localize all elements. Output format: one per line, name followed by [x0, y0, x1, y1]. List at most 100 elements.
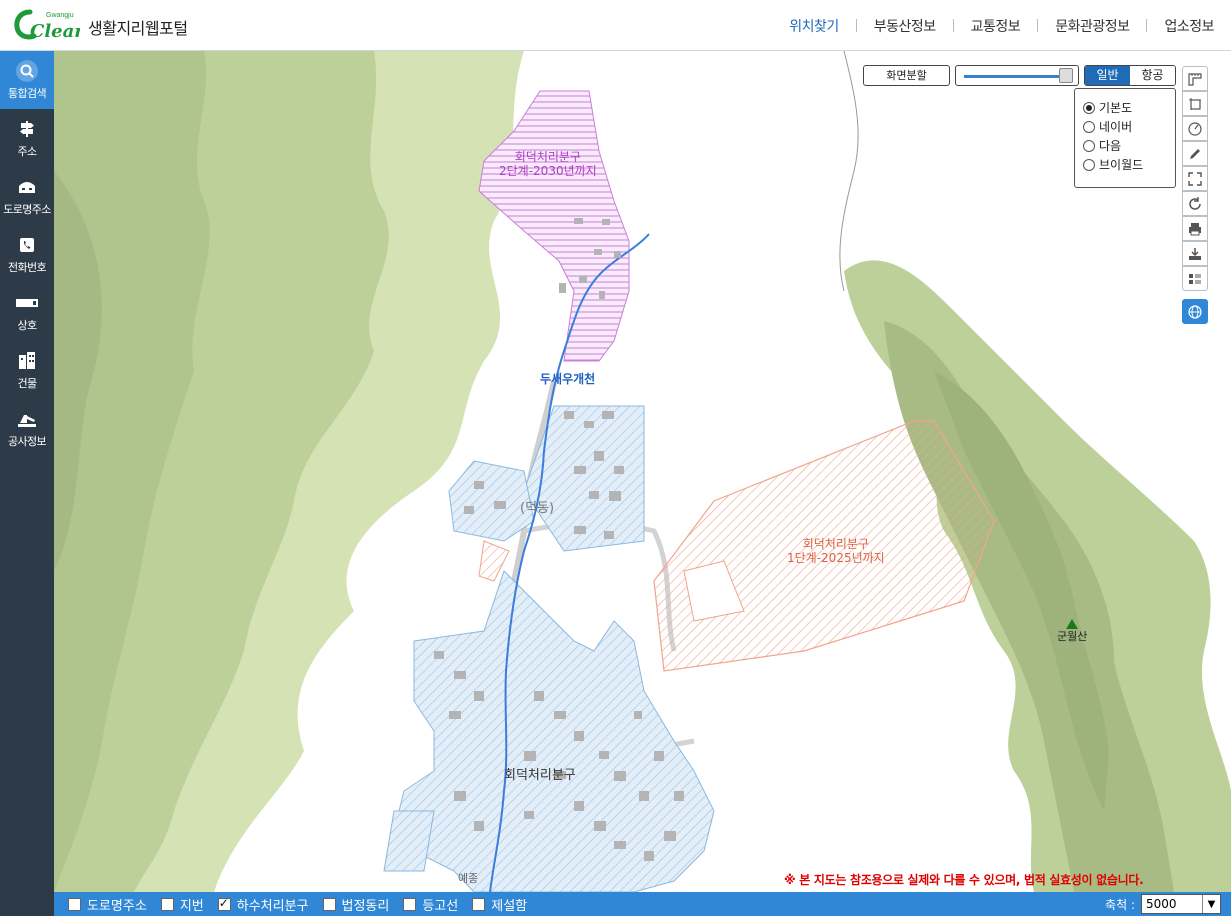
chevron-down-icon[interactable]: ▼: [1202, 895, 1220, 913]
nav-traffic[interactable]: 교통정보: [954, 16, 1038, 36]
sidebar-item-label: 통합검색: [7, 86, 47, 100]
boundary-line: [839, 51, 859, 292]
basemap-option-daum[interactable]: 다음: [1083, 136, 1167, 155]
checkbox[interactable]: [322, 897, 336, 911]
building-icon: [15, 350, 39, 372]
zone1-label-line1: 회덕처리분구: [802, 537, 869, 551]
fullscreen-icon[interactable]: [1182, 166, 1208, 191]
layer-bar: 도로명주소 지번 하수처리분구 법정동리 등고선 제설함 축척 : 5000 ▼: [54, 892, 1231, 916]
sidebar-item-construction[interactable]: 공사정보: [0, 399, 54, 457]
signpost-icon: [15, 118, 39, 140]
sidebar-item-label: 도로명주소: [3, 202, 51, 216]
sidebar-item-road-address[interactable]: 도로명주소: [0, 167, 54, 225]
layer-label: 하수처리분구: [236, 898, 309, 914]
sidebar-item-label: 공사정보: [7, 434, 47, 448]
layer-legal-dong[interactable]: 법정동리: [322, 895, 390, 914]
radius-icon[interactable]: [1182, 116, 1208, 141]
split-screen-button[interactable]: 화면분할: [863, 65, 950, 86]
layer-snow-box[interactable]: 제설함: [472, 895, 527, 914]
sidebar-item-label: 상호: [17, 318, 37, 332]
phone-icon: [15, 234, 39, 256]
slider-track: [964, 75, 1064, 78]
place-label: 예종: [458, 872, 479, 885]
sidebar-item-label: 주소: [17, 144, 37, 158]
search-icon: [15, 59, 39, 82]
stream-label: 두새우개천: [540, 372, 596, 386]
basemap-option-label: 기본도: [1099, 101, 1133, 115]
sidebar-item-building[interactable]: 건물: [0, 341, 54, 399]
radio-button[interactable]: [1083, 139, 1095, 152]
sidebar-item-integrated-search[interactable]: 통합검색: [0, 51, 54, 109]
nav-location-search[interactable]: 위치찾기: [772, 16, 856, 36]
nav-culture-tourism[interactable]: 문화관광정보: [1038, 16, 1146, 36]
village-label: (덕동): [520, 501, 555, 516]
basemap-option-label: 네이버: [1099, 120, 1133, 134]
radio-button[interactable]: [1083, 120, 1095, 133]
mountain-label: 군월산: [1057, 630, 1088, 643]
radio-button[interactable]: [1083, 158, 1095, 171]
sidebar-item-business-name[interactable]: 상호: [0, 283, 54, 341]
legend-icon[interactable]: [1182, 266, 1208, 291]
sidebar-item-address[interactable]: 주소: [0, 109, 54, 167]
scale-value: 5000: [1146, 897, 1177, 911]
logo-text: Clean: [30, 21, 80, 42]
scale-select[interactable]: 5000 ▼: [1141, 894, 1221, 914]
construction-icon: [15, 408, 39, 430]
map-toolbar: [1182, 66, 1208, 324]
header: Clean Gwangju 생활지리웹포털 위치찾기 부동산정보 교통정보 문화…: [0, 0, 1231, 51]
area-measure-icon[interactable]: [1182, 91, 1208, 116]
scale-control: 축척 : 5000 ▼: [1105, 894, 1221, 914]
print-icon[interactable]: [1182, 216, 1208, 241]
pencil-icon[interactable]: [1182, 141, 1208, 166]
sidebar-item-label: 전화번호: [7, 260, 47, 274]
sidebar-item-phone[interactable]: 전화번호: [0, 225, 54, 283]
ruler-icon[interactable]: [1182, 66, 1208, 91]
refresh-icon[interactable]: [1182, 191, 1208, 216]
basemap-option-default[interactable]: 기본도: [1083, 98, 1167, 117]
checkbox[interactable]: [472, 897, 486, 911]
layer-contour[interactable]: 등고선: [403, 895, 458, 914]
site-logo[interactable]: Clean Gwangju: [14, 8, 87, 42]
layer-label: 지번: [179, 898, 204, 914]
zone1-label-line2: 1단계-2025년까지: [787, 550, 885, 565]
map-canvas[interactable]: [54, 51, 1231, 892]
map-disclaimer: ※ 본 지도는 참조용으로 실제와 다를 수 있으며, 법적 실효성이 없습니다…: [784, 873, 1144, 887]
basemap-option-label: 다음: [1099, 139, 1122, 153]
globe-icon[interactable]: [1182, 299, 1208, 324]
sewage-zone-blue-small: [383, 810, 435, 872]
slider-knob[interactable]: [1059, 68, 1073, 83]
radio-button[interactable]: [1083, 101, 1095, 114]
top-navigation: 위치찾기 부동산정보 교통정보 문화관광정보 업소정보: [772, 0, 1231, 51]
layer-label: 등고선: [422, 898, 459, 914]
checkbox[interactable]: [68, 897, 81, 911]
basemap-selector: 기본도 네이버 다음 브이월드: [1074, 88, 1176, 188]
basemap-option-naver[interactable]: 네이버: [1083, 117, 1167, 136]
opacity-slider[interactable]: [955, 65, 1079, 86]
layer-road-address[interactable]: 도로명주소: [68, 895, 147, 914]
download-icon[interactable]: [1182, 241, 1208, 266]
zone2-label: 회덕처리분구 2단계-2030년까지: [499, 150, 597, 179]
layer-label: 제설함: [491, 898, 528, 914]
checkbox[interactable]: [160, 897, 174, 911]
map-type-toggle: 일반 항공: [1084, 65, 1176, 86]
map-view[interactable]: 회덕처리분구 2단계-2030년까지 회덕처리분구 1단계-2025년까지 두새…: [54, 51, 1231, 892]
nav-business[interactable]: 업소정보: [1147, 16, 1231, 36]
map-type-general-button[interactable]: 일반: [1085, 66, 1130, 85]
layer-lot-number[interactable]: 지번: [160, 895, 204, 914]
site-title[interactable]: 생활지리웹포털: [88, 15, 188, 39]
checkbox[interactable]: [217, 896, 231, 911]
logo-small-text: Gwangju: [46, 12, 74, 19]
zone1-label: 회덕처리분구 1단계-2025년까지: [787, 537, 885, 566]
road-sign-icon: [15, 176, 39, 198]
checkbox[interactable]: [403, 897, 417, 911]
layer-label: 법정동리: [341, 898, 390, 914]
sidebar: 통합검색 주소 도로명주소 전화번호 상호 건물 공사정보: [0, 51, 54, 916]
zone2-label-line1: 회덕처리분구: [514, 150, 581, 164]
nav-real-estate[interactable]: 부동산정보: [857, 16, 953, 36]
sidebar-item-label: 건물: [17, 376, 37, 390]
layer-sewage-district[interactable]: 하수처리분구: [217, 895, 309, 914]
basemap-option-vworld[interactable]: 브이월드: [1083, 155, 1167, 174]
map-type-aerial-button[interactable]: 항공: [1130, 66, 1175, 85]
basemap-option-label: 브이월드: [1099, 158, 1144, 172]
district-label: 회덕처리분구: [504, 768, 576, 783]
